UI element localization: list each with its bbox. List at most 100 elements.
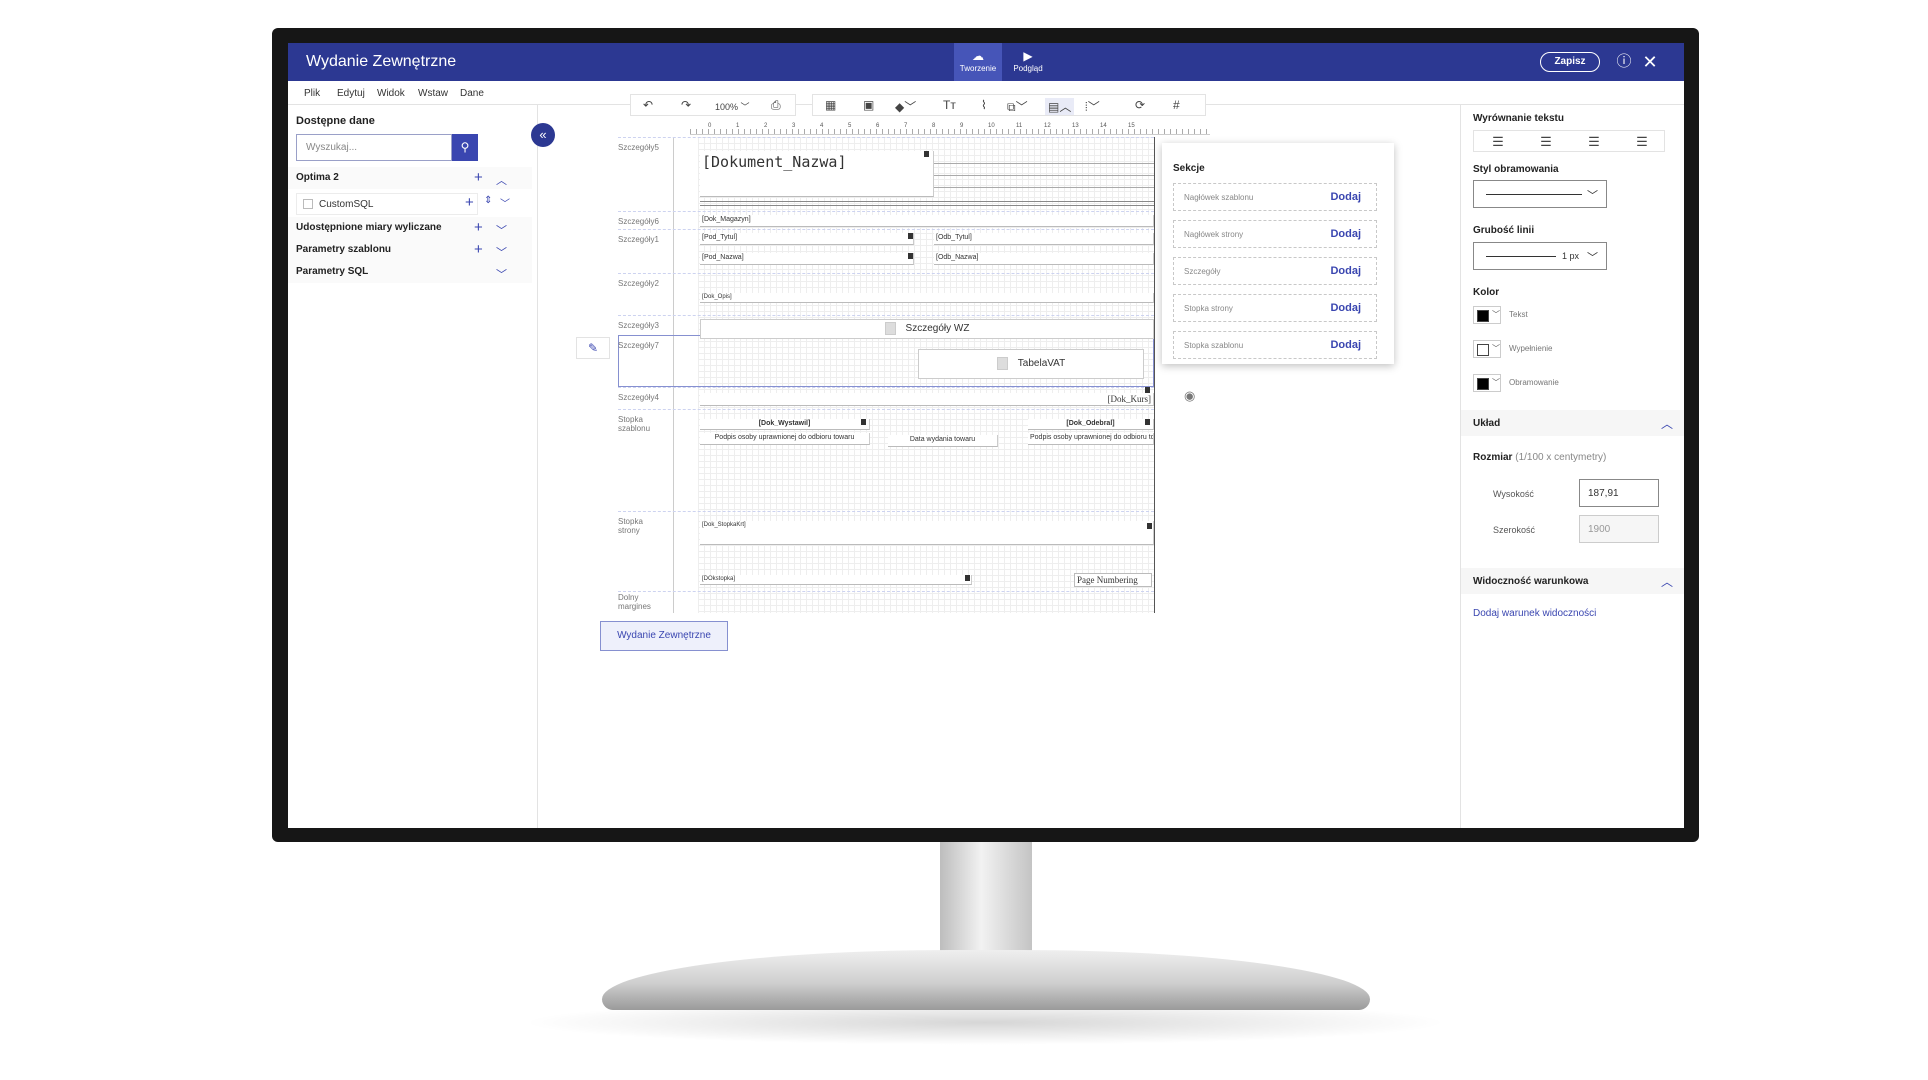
field-handle[interactable] <box>1145 387 1150 393</box>
table-icon[interactable]: ▦ <box>825 98 836 112</box>
search-input[interactable]: Wyszukaj... <box>296 134 452 161</box>
help-icon[interactable]: ⓘ <box>1614 52 1634 72</box>
field-pod-tytul[interactable]: [Pod_Tytul] <box>700 233 914 245</box>
add-visibility-link[interactable]: Dodaj warunek widoczności <box>1473 608 1596 619</box>
section-label[interactable]: Szczegóły4 <box>618 393 668 402</box>
field-handle[interactable] <box>965 575 970 581</box>
field-handle[interactable] <box>908 253 913 259</box>
add-icon[interactable]: + <box>474 219 483 236</box>
subreport-tabela-vat[interactable]: TabelaVAT <box>918 349 1144 379</box>
mode-design-button[interactable]: ☁ Tworzenie <box>954 43 1002 81</box>
text-icon[interactable]: Tт <box>943 98 956 112</box>
section-label[interactable]: Dolny margines <box>618 593 658 611</box>
visibility-icon[interactable]: ◉ <box>1184 388 1195 404</box>
redo-icon[interactable]: ↷ <box>681 98 691 112</box>
group-measures[interactable]: Udostępnione miary wyliczane + ﹀ <box>288 217 532 239</box>
field-odb-tytul[interactable]: [Odb_Tytul] <box>934 233 1154 245</box>
fill-color-swatch[interactable]: ﹀ <box>1473 340 1501 358</box>
field-podpis-2[interactable]: Podpis osoby uprawnionej do odbioru towa… <box>1028 433 1154 445</box>
menu-insert[interactable]: Wstaw <box>418 88 448 99</box>
menu-file[interactable]: Plik <box>304 88 320 99</box>
page-tab[interactable]: Wydanie Zewnętrzne <box>600 621 728 651</box>
menu-view[interactable]: Widok <box>377 88 405 99</box>
group-sql-params[interactable]: Parametry SQL ﹀ <box>288 261 532 283</box>
chevron-down-icon[interactable]: ﹀ <box>496 222 507 238</box>
field-page-numbering[interactable]: Page Numbering <box>1074 573 1152 587</box>
field-data-wydania[interactable]: Data wydania towaru <box>888 435 998 447</box>
mode-preview-button[interactable]: ▶ Podgląd <box>1004 43 1052 81</box>
section-label[interactable]: Szczegóły3 <box>618 321 668 330</box>
collapse-panel-button[interactable]: « <box>531 123 555 147</box>
undo-icon[interactable]: ↶ <box>643 98 653 112</box>
image-icon[interactable]: ▣ <box>863 98 874 112</box>
add-icon[interactable]: + <box>465 194 474 211</box>
chevron-up-icon[interactable]: ︿ <box>496 172 507 188</box>
add-section-button[interactable]: Dodaj <box>1330 339 1361 351</box>
text-color-swatch[interactable]: ﹀ <box>1473 306 1501 324</box>
group-template-params[interactable]: Parametry szablonu + ﹀ <box>288 239 532 261</box>
field-handle[interactable] <box>861 419 866 425</box>
field-dok-wystawil[interactable]: [Dok_Wystawil] <box>700 419 870 430</box>
field-dokument-nazwa[interactable]: [Dokument_Nazwa] <box>700 151 934 197</box>
field-dok-magazyn[interactable]: [Dok_Magazyn] <box>700 215 1154 227</box>
edit-pencil-icon[interactable]: ✎ <box>576 337 610 359</box>
search-button[interactable]: ⚲ <box>452 134 478 161</box>
save-button[interactable]: Zapisz <box>1540 52 1600 72</box>
line-width-select[interactable]: 1 px ﹀ <box>1473 242 1607 270</box>
layers-icon[interactable]: ⧉﹀ <box>1007 98 1028 115</box>
add-icon[interactable]: + <box>474 169 483 186</box>
height-input[interactable]: 187,91 <box>1579 479 1659 507</box>
hash-icon[interactable]: # <box>1173 98 1180 112</box>
add-section-button[interactable]: Dodaj <box>1330 191 1361 203</box>
field-podpis-1[interactable]: Podpis osoby uprawnionej do odbioru towa… <box>700 433 870 445</box>
align-center-icon[interactable]: ☰ <box>1522 134 1570 150</box>
close-icon[interactable]: ✕ <box>1640 52 1660 72</box>
field-handle[interactable] <box>1147 523 1152 529</box>
refresh-icon[interactable]: ⟳ <box>1135 98 1145 112</box>
add-icon[interactable]: + <box>474 241 483 258</box>
add-section-button[interactable]: Dodaj <box>1330 302 1361 314</box>
add-section-button[interactable]: Dodaj <box>1330 228 1361 240</box>
field-handle[interactable] <box>1145 419 1150 425</box>
section-label[interactable]: Stopka szablonu <box>618 415 658 433</box>
print-icon[interactable]: ⎙ <box>771 98 781 113</box>
border-color-swatch[interactable]: ﹀ <box>1473 374 1501 392</box>
field-dok-kurs[interactable]: [Dok_Kurs] <box>700 393 1154 406</box>
visibility-section[interactable]: Widoczność warunkowa ︿ <box>1461 568 1684 594</box>
field-odb-nazwa[interactable]: [Odb_Nazwa] <box>934 253 1154 265</box>
chevron-up-icon: ︿ <box>1660 575 1673 589</box>
add-section-button[interactable]: Dodaj <box>1330 265 1361 277</box>
sort-icon[interactable]: ⇕ <box>484 195 492 206</box>
section-label[interactable]: Szczegóły6 <box>618 217 668 226</box>
chevron-down-icon[interactable]: ﹀ <box>500 195 510 210</box>
align-right-icon[interactable]: ☰ <box>1570 134 1618 150</box>
group-optima[interactable]: Optima 2 + ︿ <box>288 167 532 189</box>
barcode-icon[interactable]: ⦙﹀ <box>1085 98 1100 115</box>
subreport-szczegoly-wz[interactable]: Szczegóły WZ <box>700 319 1154 339</box>
field-dokstopka[interactable]: [DOkstopka] <box>700 575 972 585</box>
section-label[interactable]: Stopka strony <box>618 517 658 535</box>
menu-edit[interactable]: Edytuj <box>337 88 365 99</box>
chevron-down-icon[interactable]: ﹀ <box>496 244 507 260</box>
attachment-icon[interactable]: ⌇ <box>981 98 987 112</box>
field-handle[interactable] <box>908 233 913 239</box>
align-justify-icon[interactable]: ☰ <box>1618 134 1666 150</box>
section-label[interactable]: Szczegóły1 <box>618 235 668 244</box>
list-item-customsql[interactable]: CustomSQL + <box>296 193 478 215</box>
field-dok-stopkakrt[interactable]: [Dok_StopkaKrt] <box>700 521 1154 545</box>
menu-data[interactable]: Dane <box>460 88 484 99</box>
shapes-icon[interactable]: ◆﹀ <box>895 98 916 115</box>
border-style-select[interactable]: ﹀ <box>1473 180 1607 208</box>
field-dok-opis[interactable]: [Dok_Opis] <box>700 293 1154 303</box>
align-left-icon[interactable]: ☰ <box>1474 134 1522 150</box>
field-handle[interactable] <box>924 151 929 157</box>
field-pod-nazwa[interactable]: [Pod_Nazwa] <box>700 253 914 265</box>
sections-icon[interactable]: ▤︿ <box>1045 98 1075 115</box>
zoom-select[interactable]: 100% ﹀ <box>715 100 750 113</box>
chevron-down-icon[interactable]: ﹀ <box>496 266 507 282</box>
section-label[interactable]: Szczegóły5 <box>618 143 668 152</box>
field-dok-odebral[interactable]: [Dok_Odebral] <box>1028 419 1154 430</box>
section-label[interactable]: Szczegóły7 <box>618 341 668 350</box>
section-label[interactable]: Szczegóły2 <box>618 279 668 288</box>
layout-section[interactable]: Układ ︿ <box>1461 410 1684 436</box>
